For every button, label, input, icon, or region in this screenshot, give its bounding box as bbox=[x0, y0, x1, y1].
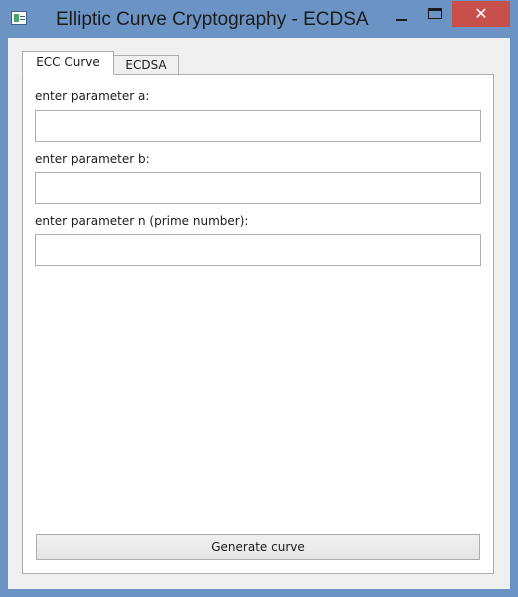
app-icon[interactable] bbox=[11, 11, 27, 25]
param-a-input[interactable] bbox=[35, 110, 481, 142]
generate-curve-button[interactable]: Generate curve bbox=[36, 534, 480, 560]
app-window: Elliptic Curve Cryptography - ECDSA ✕ EC… bbox=[0, 0, 518, 597]
param-n-label: enter parameter n (prime number): bbox=[35, 214, 249, 228]
tab-ecdsa[interactable]: ECDSA bbox=[113, 55, 179, 75]
minimize-icon bbox=[396, 19, 407, 21]
close-button[interactable]: ✕ bbox=[452, 1, 510, 27]
param-a-label: enter parameter a: bbox=[35, 89, 150, 103]
param-n-input[interactable] bbox=[35, 234, 481, 266]
app-icon-line bbox=[20, 19, 25, 20]
window-title: Elliptic Curve Cryptography - ECDSA bbox=[56, 9, 369, 30]
app-icon-line bbox=[20, 16, 25, 17]
app-icon-pane bbox=[14, 14, 19, 22]
param-b-label: enter parameter b: bbox=[35, 152, 150, 166]
title-bar[interactable]: Elliptic Curve Cryptography - ECDSA ✕ bbox=[0, 0, 518, 38]
tab-ecc-curve[interactable]: ECC Curve bbox=[22, 51, 114, 75]
close-icon: ✕ bbox=[474, 4, 488, 23]
param-b-input[interactable] bbox=[35, 172, 481, 204]
minimize-button[interactable] bbox=[384, 1, 418, 27]
client-area: ECC Curve ECDSA enter parameter a: enter… bbox=[8, 38, 510, 589]
tab-panel-ecc-curve: enter parameter a: enter parameter b: en… bbox=[22, 74, 494, 574]
maximize-button[interactable] bbox=[418, 1, 452, 27]
maximize-icon bbox=[428, 8, 442, 19]
